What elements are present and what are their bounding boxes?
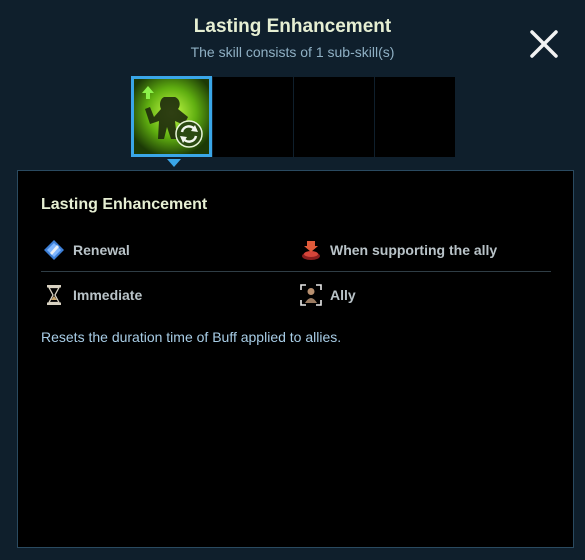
hourglass-icon <box>47 285 61 305</box>
page-subtitle: The skill consists of 1 sub-skill(s) <box>190 44 395 60</box>
renewal-icon <box>44 240 64 260</box>
lasting-enhancement-skill-icon <box>134 79 209 154</box>
property-label: Renewal <box>73 242 130 258</box>
close-button[interactable] <box>524 24 564 64</box>
property-renewal: Renewal <box>43 238 130 262</box>
subskill-slot-4[interactable] <box>375 77 455 157</box>
subskill-slot-1[interactable] <box>131 76 212 167</box>
property-target: Ally <box>300 283 356 307</box>
skill-description: Resets the duration time of Buff applied… <box>41 329 342 345</box>
property-timing: Immediate <box>43 283 142 307</box>
property-label: Ally <box>330 287 356 303</box>
skill-detail-panel: Lasting Enhancement Renewal When support… <box>17 170 574 548</box>
close-icon <box>530 30 558 58</box>
property-divider <box>41 271 551 272</box>
ally-target-icon <box>300 284 322 306</box>
skill-title: Lasting Enhancement <box>41 196 208 213</box>
property-label: Immediate <box>73 287 143 303</box>
property-trigger: When supporting the ally <box>300 238 497 262</box>
subskill-slot-2[interactable] <box>213 77 293 157</box>
support-ally-icon <box>302 241 320 260</box>
property-label: When supporting the ally <box>330 242 498 258</box>
subskill-slot-3[interactable] <box>294 77 374 157</box>
slot-selected-pointer <box>167 159 181 167</box>
page-title: Lasting Enhancement <box>193 16 392 37</box>
